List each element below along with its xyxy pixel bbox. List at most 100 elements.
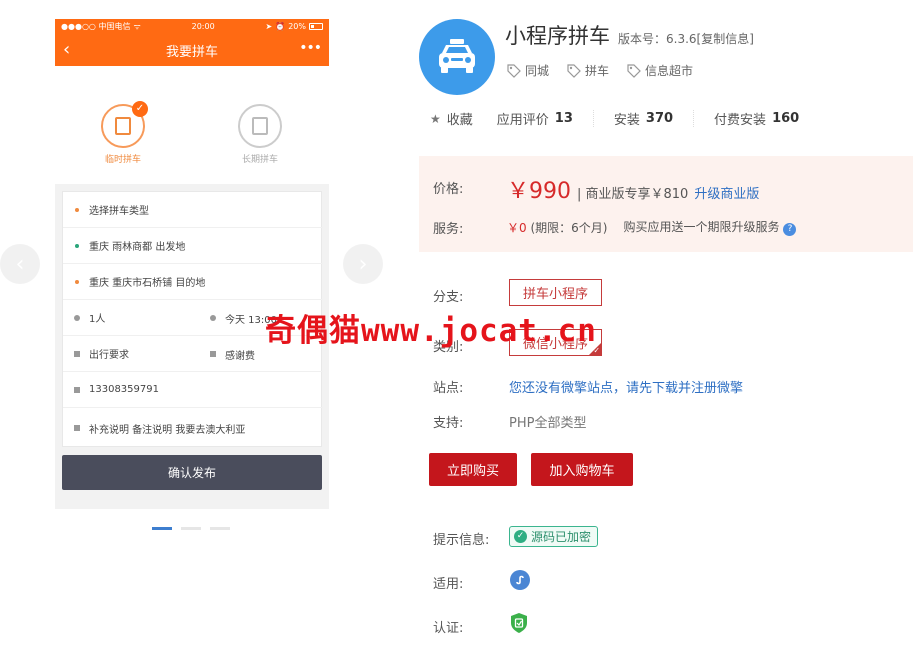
note-icon <box>74 425 80 431</box>
gift-icon <box>210 351 216 357</box>
list-doc-icon <box>238 104 282 148</box>
favorite-button[interactable]: ★ 收藏 <box>430 110 477 129</box>
branch-option[interactable]: 拼车小程序 <box>509 279 603 306</box>
doc-icon <box>74 350 80 357</box>
install-label: 安装 <box>613 113 640 128</box>
tag-info-market[interactable]: 信息超市 <box>627 62 693 79</box>
star-icon: ★ <box>430 111 441 126</box>
mode-longterm[interactable]: 长期拼车 <box>230 104 290 165</box>
wifi-icon: ᯤ <box>133 22 141 31</box>
form-type-text: 选择拼车类型 <box>89 206 149 217</box>
tag-label: 同城 <box>525 64 550 78</box>
form-phone-text: 13308359791 <box>89 384 159 395</box>
phone-nav-bar: ‹ 我要拼车 ••• <box>55 34 329 66</box>
mode-longterm-label: 长期拼车 <box>241 155 278 165</box>
mode-temporary[interactable]: ✓ 临时拼车 <box>93 101 153 165</box>
service-price: ￥0 <box>507 220 527 235</box>
form-people-text[interactable]: 1人 <box>89 310 105 325</box>
check-circle-icon: ✓ <box>514 530 527 543</box>
app-name: 小程序拼车 <box>505 24 610 48</box>
apply-label: 适用: <box>433 577 464 592</box>
app-version[interactable]: 版本号：6.3.6[复制信息] <box>618 30 754 47</box>
hint-label: 提示信息: <box>433 533 490 548</box>
form-destination-text: 重庆 重庆市石桥铺 目的地 <box>89 278 206 289</box>
buy-now-button[interactable]: 立即购买 <box>429 453 517 486</box>
form-notes-text: 补充说明 备注说明 我要去澳大利亚 <box>89 424 246 436</box>
alarm-icon: ⏰ <box>275 22 286 31</box>
service-period: (期限：6个月) <box>530 220 608 235</box>
tag-icon <box>507 63 521 78</box>
form-row-type[interactable]: 选择拼车类型 <box>63 192 323 228</box>
taxi-icon <box>439 39 475 73</box>
support-value: PHP全部类型 <box>509 416 587 431</box>
shield-icon <box>511 613 527 633</box>
bullet-icon <box>75 207 79 212</box>
carousel-dot[interactable] <box>152 527 172 530</box>
form-row-notes[interactable]: 补充说明 备注说明 我要去澳大利亚 <box>63 410 323 446</box>
price-box: 价格: ￥990 | 商业版专享￥810 升级商业版 服务: ￥0 (期限：6个… <box>419 156 913 252</box>
more-icon[interactable]: ••• <box>299 40 322 56</box>
cert-label: 认证: <box>433 621 464 636</box>
rating-stat[interactable]: 应用评价 13 <box>496 110 594 128</box>
app-tags: 同城 拼车 信息超市 <box>507 62 693 79</box>
carousel-dot[interactable] <box>210 527 230 530</box>
form-thanks-fee[interactable]: 感谢费 <box>199 336 255 372</box>
form-departure-text: 重庆 雨林商都 出发地 <box>89 242 186 253</box>
paid-install-stat: 付费安装 160 <box>714 110 819 128</box>
location-icon: ➤ <box>265 22 273 31</box>
carousel-dots <box>152 527 230 530</box>
phone-icon <box>74 386 80 393</box>
edit-doc-icon: ✓ <box>101 101 148 148</box>
site-label: 站点: <box>433 381 464 396</box>
carousel-prev-button[interactable]: ‹ <box>0 244 40 284</box>
carousel-next-button[interactable]: › <box>343 244 383 284</box>
add-to-cart-button[interactable]: 加入购物车 <box>531 453 633 486</box>
form-requirements-text[interactable]: 出行要求 <box>89 346 129 361</box>
chevron-left-icon: ‹ <box>15 251 25 277</box>
help-icon[interactable]: ? <box>783 223 797 236</box>
business-price: | 商业版专享￥810 <box>577 187 689 202</box>
app-title: 小程序拼车 版本号：6.3.6[复制信息] <box>505 20 754 50</box>
rating-label: 应用评价 <box>496 113 549 128</box>
paid-install-value: 160 <box>772 111 800 126</box>
chevron-right-icon: › <box>358 251 368 277</box>
phone-status-bar: ●●●○○ 中国电信 ᯤ 20:00 ➤ ⏰ 20% <box>55 19 329 34</box>
upgrade-business-link[interactable]: 升级商业版 <box>694 183 759 202</box>
clock-icon <box>210 315 216 321</box>
phone-nav-title: 我要拼车 <box>165 44 218 60</box>
form-row-destination[interactable]: 重庆 重庆市石桥铺 目的地 <box>63 264 323 300</box>
form-row-phone[interactable]: 13308359791 <box>63 372 323 408</box>
phone-preview: ●●●○○ 中国电信 ᯤ 20:00 ➤ ⏰ 20% ‹ 我要拼车 ••• ✓ … <box>55 19 329 509</box>
watermark: 奇偶猫www.jocat.cn <box>265 313 597 349</box>
branch-label: 分支: <box>433 290 464 305</box>
service-label: 服务: <box>433 222 464 237</box>
phone-body: ✓ 临时拼车 长期拼车 选择拼车类型 重庆 雨林商都 出发地 重庆 重庆市石桥铺… <box>55 66 329 509</box>
service-note: 购买应用送一个期限升级服务 <box>623 220 780 234</box>
battery-icon <box>309 23 323 30</box>
install-stat: 安装 370 <box>613 110 695 128</box>
install-value: 370 <box>645 111 674 126</box>
check-icon: ✓ <box>132 101 148 117</box>
bullet-icon <box>75 243 79 248</box>
confirm-publish-button[interactable]: 确认发布 <box>62 455 322 490</box>
price-row: ￥990 | 商业版专享￥810 升级商业版 <box>507 173 759 205</box>
register-site-link[interactable]: 您还没有微擎站点，请先下载并注册微擎 <box>509 377 743 396</box>
carousel-dot[interactable] <box>181 527 201 530</box>
encrypted-badge: ✓ 源码已加密 <box>509 526 599 547</box>
form-thanks-fee-text: 感谢费 <box>225 350 255 362</box>
paid-install-label: 付费安装 <box>714 113 767 128</box>
favorite-label: 收藏 <box>446 113 473 128</box>
app-stats: ★ 收藏 应用评价 13 安装 370 付费安装 160 <box>430 110 839 129</box>
tag-carpool[interactable]: 拼车 <box>567 62 609 79</box>
back-icon[interactable]: ‹ <box>63 39 70 60</box>
mini-program-icon <box>510 570 530 590</box>
tag-city[interactable]: 同城 <box>507 62 549 79</box>
status-time: 20:00 <box>191 22 215 31</box>
form-row-departure[interactable]: 重庆 雨林商都 出发地 <box>63 228 323 264</box>
carrier-text: ●●●○○ 中国电信 <box>61 22 131 31</box>
tag-label: 信息超市 <box>645 64 694 78</box>
rating-value: 13 <box>554 111 573 126</box>
tag-label: 拼车 <box>585 64 610 78</box>
support-label: 支持: <box>433 416 464 431</box>
person-icon <box>74 314 80 321</box>
